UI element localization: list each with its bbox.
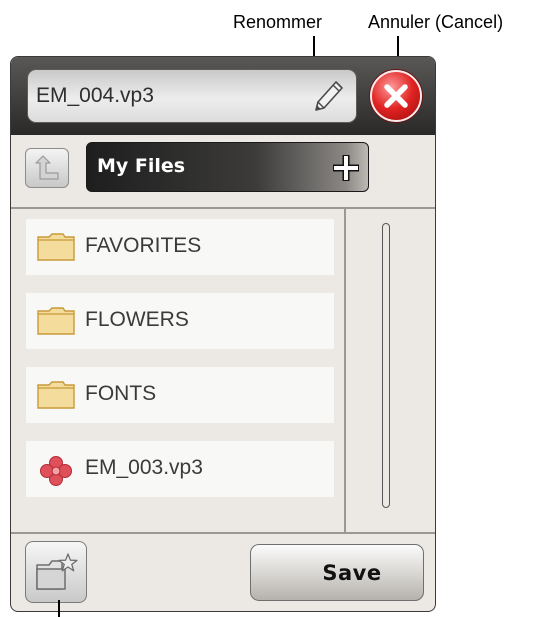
cancel-button[interactable] [370,70,422,122]
list-scroll-divider [344,209,346,532]
close-icon [384,84,408,108]
add-to-favorites-button[interactable] [25,541,87,603]
scrollbar[interactable] [382,223,390,508]
folder-icon [37,233,75,266]
list-item-label: FLOWERS [85,308,189,331]
file-list: FAVORITES FLOWERS FONTS EM_003.vp3 [11,209,344,532]
filename-field[interactable]: EM_004.vp3 [27,69,357,123]
list-item-label: FONTS [85,382,157,405]
rename-callout-label: Renommer [233,12,323,32]
list-item[interactable]: FAVORITES [26,219,334,275]
filename-text: EM_004.vp3 [36,84,154,107]
pencil-icon[interactable] [306,76,346,121]
dialog-header: EM_004.vp3 [11,57,435,135]
save-button-label: Save [322,560,382,585]
location-bar: My Files [86,142,369,192]
save-button[interactable]: Save [250,544,424,601]
favorites-callout-line [58,600,60,617]
folder-icon [37,381,75,414]
embroidery-file-icon [37,455,75,492]
location-label: My Files [97,155,186,177]
list-item[interactable]: FLOWERS [26,293,334,349]
list-item-label: FAVORITES [85,234,202,257]
folder-star-icon [36,553,78,590]
save-file-dialog: EM_004.vp3 My Files FAVORITES FLOWERS FO… [10,56,436,612]
folder-up-button[interactable] [25,148,69,188]
footer-divider [11,532,435,534]
list-item-label: EM_003.vp3 [85,456,203,479]
plus-icon[interactable] [332,154,360,186]
list-item[interactable]: FONTS [26,367,334,423]
folder-up-icon [35,155,59,180]
list-item[interactable]: EM_003.vp3 [26,441,334,497]
cancel-callout-label: Annuler (Cancel) [368,12,504,32]
folder-icon [37,307,75,340]
